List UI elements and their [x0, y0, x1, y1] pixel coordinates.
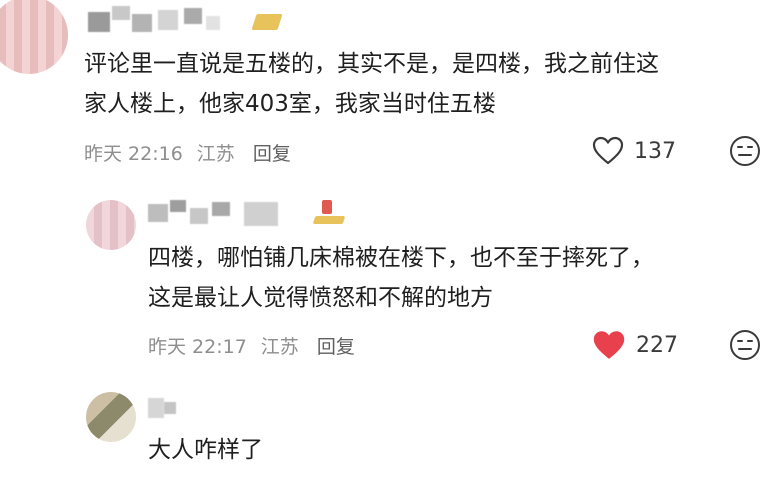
emoji-icon: [730, 136, 760, 166]
like-button[interactable]: 227: [592, 328, 678, 362]
avatar[interactable]: [86, 392, 136, 442]
user-badge-icon: [312, 200, 348, 228]
reply-button[interactable]: 回复: [317, 332, 355, 359]
reply-text: 四楼，哪怕铺几床棉被在楼下，也不至于摔死了， 这是最让人觉得愤怒和不解的地方: [148, 238, 748, 318]
comment-meta: 昨天 22:16 江苏 回复: [84, 138, 291, 166]
avatar[interactable]: [0, 0, 68, 74]
emoji-reaction-button[interactable]: [728, 328, 762, 366]
reply-time: 昨天 22:17: [148, 335, 247, 358]
emoji-icon: [730, 330, 760, 360]
reply-text-line: 四楼，哪怕铺几床棉被在楼下，也不至于摔死了，: [148, 245, 654, 271]
avatar[interactable]: [86, 200, 136, 250]
username-blurred[interactable]: [148, 200, 308, 226]
reply-button[interactable]: 回复: [253, 139, 291, 166]
reply-meta: 昨天 22:17 江苏 回复: [148, 331, 355, 359]
comment-time: 昨天 22:16: [84, 142, 183, 165]
comment-text-line: 评论里一直说是五楼的，其实不是，是四楼，我之前住这: [84, 51, 659, 77]
reply-location: 江苏: [260, 335, 299, 358]
reply-text-line: 这是最让人觉得愤怒和不解的地方: [148, 285, 493, 311]
reply-text-line: 大人咋样了: [148, 437, 263, 463]
reply-text: 大人咋样了: [148, 430, 748, 470]
username-blurred[interactable]: [148, 396, 188, 420]
heart-filled-icon: [593, 330, 625, 359]
comment-location: 江苏: [196, 142, 235, 165]
like-button[interactable]: 137: [592, 134, 676, 168]
username-blurred[interactable]: [88, 6, 248, 32]
comment-text-line: 家人楼上，他家403室，我家当时住五楼: [84, 91, 496, 117]
user-badge-icon: [251, 14, 283, 30]
like-count: 227: [636, 332, 678, 358]
heart-icon: [592, 136, 624, 165]
comment-text: 评论里一直说是五楼的，其实不是，是四楼，我之前住这 家人楼上，他家403室，我家…: [84, 44, 724, 124]
like-count: 137: [634, 138, 676, 164]
emoji-reaction-button[interactable]: [728, 134, 762, 172]
